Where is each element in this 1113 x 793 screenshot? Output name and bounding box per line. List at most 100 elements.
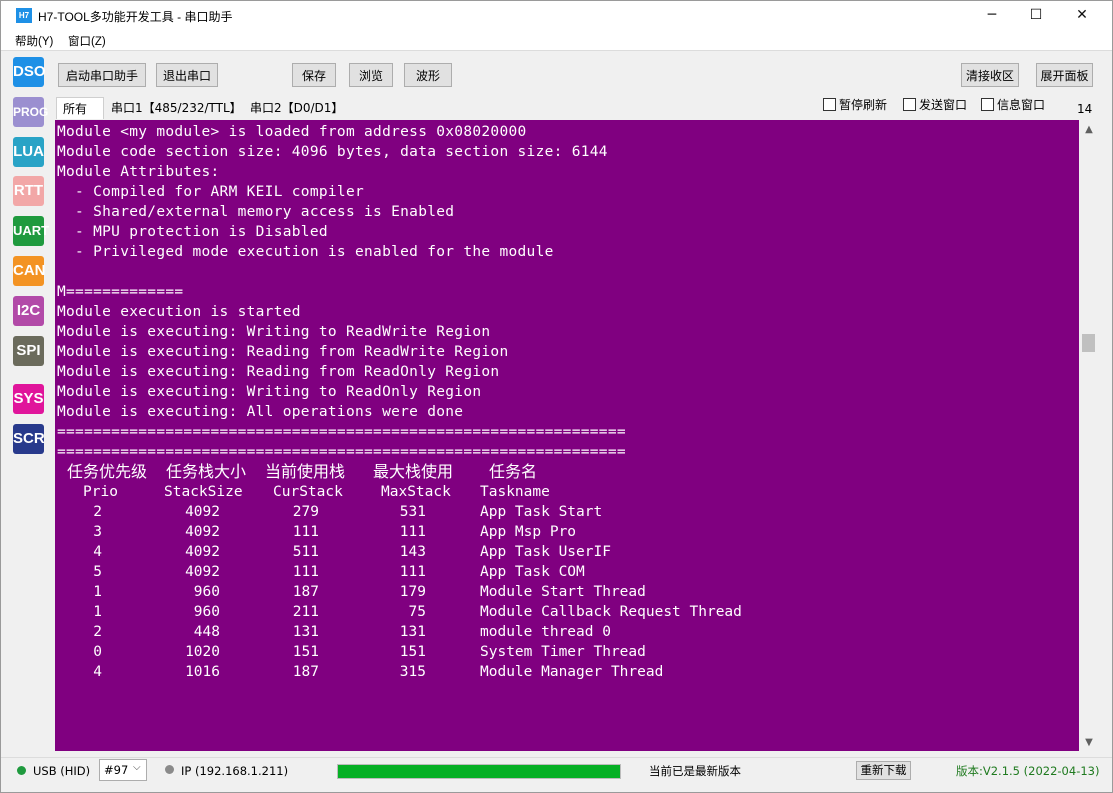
app-logo-icon: H7 [16,8,32,23]
uart-tool-icon[interactable]: UART [13,216,49,246]
close-button[interactable]: ✕ [1059,1,1105,30]
ip-address-label: IP (192.168.1.211) [181,764,289,778]
expand-panel-button[interactable]: 展开面板 [1036,63,1093,87]
prog-tool-icon[interactable]: PROG [13,97,48,127]
scroll-down-icon[interactable]: ▼ [1079,734,1099,752]
terminal-line: Module is executing: Reading from ReadOn… [57,364,500,380]
task-header-en: CurStack [273,484,343,500]
task-table-cell: App Task Start [480,504,603,520]
tab-all[interactable]: 所有 [56,97,104,119]
scr-tool-icon[interactable]: SCR [13,424,45,454]
menu-bar [1,31,1112,51]
task-table-cell: 4092 [185,564,220,580]
send-window-checkbox[interactable]: 发送窗口 [903,97,967,113]
task-table-cell: 111 [292,524,319,540]
dso-tool-icon[interactable]: DSO [13,57,46,87]
task-table-cell: Module Callback Request Thread [480,604,742,620]
task-table-cell: 448 [193,624,220,640]
task-table-cell: 131 [399,624,426,640]
menu-help[interactable]: 帮助(Y) [15,33,53,49]
task-table-cell: 2 [93,504,102,520]
chevron-down-icon: ⌵ [133,762,141,773]
checkbox-box [903,98,916,111]
menu-window[interactable]: 窗口(Z) [68,33,106,49]
task-table-cell: 531 [399,504,426,520]
maximize-button[interactable]: ☐ [1013,1,1059,30]
task-header-cn: 任务优先级 [67,462,148,481]
exit-serial-button[interactable]: 退出串口 [156,63,218,87]
info-window-checkbox[interactable]: 信息窗口 [981,97,1045,113]
browse-button[interactable]: 浏览 [349,63,393,87]
checkbox-box [981,98,994,111]
waveform-button[interactable]: 波形 [404,63,452,87]
minimize-button[interactable]: ─ [969,1,1015,30]
info-window-label: 信息窗口 [997,98,1046,112]
terminal-line: ========================================… [57,424,626,440]
task-table-cell: 279 [292,504,319,520]
task-table-cell: 3 [93,524,102,540]
i2c-tool-icon[interactable]: I2C [13,296,44,326]
terminal-line: Module execution is started [57,304,301,320]
task-table-cell: 111 [292,564,319,580]
terminal-line: - Compiled for ARM KEIL compiler [57,184,365,200]
task-table-cell: 211 [292,604,319,620]
version-label: 版本:V2.1.5 (2022-04-13) [956,764,1100,778]
clear-receive-button[interactable]: 清接收区 [961,63,1019,87]
task-header-cn: 当前使用栈 [265,462,346,481]
task-header-en: StackSize [164,484,243,500]
usb-status-label: USB (HID) [33,764,91,778]
task-header-en: Prio [83,484,118,500]
serial-output-terminal[interactable]: Module <my module> is loaded from addres… [55,120,1079,751]
task-table-cell: App Task COM [480,564,585,580]
vertical-scrollbar[interactable] [1079,120,1099,751]
task-table-cell: 511 [292,544,319,560]
task-table-cell: System Timer Thread [480,644,646,660]
task-header-en: Taskname [480,484,550,500]
rtt-tool-icon[interactable]: RTT [13,176,44,206]
ip-status-icon [165,765,174,774]
lua-tool-icon[interactable]: LUA [13,137,44,167]
scroll-up-icon[interactable]: ▲ [1079,121,1099,139]
task-table-cell: App Task UserIF [480,544,611,560]
device-select[interactable]: #97 ⌵ [99,759,147,781]
task-table-cell: 179 [399,584,426,600]
can-tool-icon[interactable]: CAN [13,256,46,286]
spi-tool-icon[interactable]: SPI [13,336,44,366]
sys-tool-icon[interactable]: SYS [13,384,44,414]
window-title: H7-TOOL多功能开发工具 - 串口助手 [38,10,233,24]
pause-refresh-checkbox[interactable]: 暂停刷新 [823,97,887,113]
task-table-cell: 1016 [185,664,220,680]
task-table-cell: 151 [399,644,426,660]
task-table-cell: 5 [93,564,102,580]
task-header-cn: 任务栈大小 [166,462,247,481]
task-table-cell: 187 [292,664,319,680]
device-select-value: #97 [104,763,129,777]
terminal-line: Module <my module> is loaded from addres… [57,124,527,140]
task-table-cell: 315 [399,664,426,680]
redownload-button[interactable]: 重新下载 [856,761,911,780]
scroll-thumb[interactable] [1082,334,1095,352]
task-table-cell: 960 [193,604,220,620]
pause-refresh-label: 暂停刷新 [839,98,888,112]
terminal-line: Module is executing: Reading from ReadWr… [57,344,509,360]
terminal-line: Module is executing: Writing to ReadOnly… [57,384,482,400]
task-table-cell: 960 [193,584,220,600]
task-table-cell: Module Start Thread [480,584,646,600]
task-table-cell: module thread 0 [480,624,611,640]
save-button[interactable]: 保存 [292,63,336,87]
tab-uart1[interactable]: 串口1【485/232/TTL】 [111,97,242,119]
task-table-cell: 0 [93,644,102,660]
update-status-message: 当前已是最新版本 [649,764,741,778]
task-header-en: MaxStack [381,484,451,500]
terminal-line: Module is executing: Writing to ReadWrit… [57,324,491,340]
task-table-cell: 4092 [185,524,220,540]
task-table-cell: 1 [93,584,102,600]
task-header-cn: 任务名 [489,462,538,481]
tab-uart2[interactable]: 串口2【D0/D1】 [250,97,343,119]
task-table-cell: 111 [399,564,426,580]
terminal-line: Module is executing: All operations were… [57,404,464,420]
task-table-cell: 1 [93,604,102,620]
task-table-cell: 4092 [185,504,220,520]
start-serial-button[interactable]: 启动串口助手 [58,63,146,87]
terminal-line: ========================================… [57,444,626,460]
